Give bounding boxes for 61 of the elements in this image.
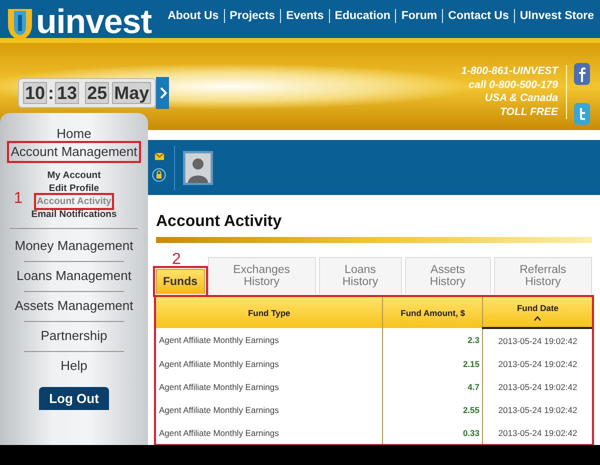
- nav-link[interactable]: Projects: [230, 10, 276, 22]
- sidebar-item[interactable]: Loans Management: [14, 267, 134, 285]
- table-cell: Agent Affiliate Monthly Earnings: [156, 328, 383, 352]
- facebook-icon[interactable]: [574, 63, 590, 85]
- sidebar-item[interactable]: Account Management: [8, 143, 140, 161]
- lock-icon[interactable]: [152, 168, 166, 182]
- nav-link[interactable]: UInvest Store: [520, 10, 594, 22]
- twitter-icon[interactable]: [574, 103, 590, 125]
- table-cell: 2013-05-24 19:02:42: [482, 352, 592, 375]
- brand-name[interactable]: uinvest: [36, 7, 152, 37]
- table-cell: 2.15: [382, 352, 483, 375]
- mail-icon[interactable]: [154, 153, 164, 160]
- tab[interactable]: Assets History: [404, 257, 491, 294]
- contact-line: 1-800-861-UINVEST: [461, 65, 558, 78]
- table-cell: 2.3: [382, 328, 483, 352]
- clock-month: May: [112, 82, 152, 104]
- nav-link[interactable]: Contact Us: [448, 10, 509, 22]
- nav-link[interactable]: Education: [334, 10, 390, 22]
- sidebar-subitem[interactable]: Edit Profile: [48, 182, 100, 195]
- table-cell: 2.55: [382, 398, 483, 421]
- contact-line: USA & Canada: [484, 92, 558, 106]
- table-cell: 4.7: [382, 375, 483, 398]
- tab[interactable]: Referrals History: [494, 257, 592, 294]
- sidebar-item[interactable]: Assets Management: [12, 297, 136, 315]
- sidebar-subitem[interactable]: My Account: [46, 169, 102, 182]
- avatar-placeholder-icon[interactable]: [183, 150, 213, 184]
- chevron-right-icon: [158, 87, 167, 99]
- clock-minute: 13: [55, 82, 80, 104]
- table-cell: Agent Affiliate Monthly Earnings: [156, 352, 383, 375]
- table-cell: 2013-05-24 19:02:42: [482, 328, 592, 352]
- annotation-number: 2: [172, 252, 181, 268]
- sidebar-item[interactable]: Money Management: [12, 237, 136, 255]
- sort-caret-icon: [534, 316, 542, 321]
- expand-arrow-button[interactable]: [156, 77, 170, 109]
- clock-hour: 10: [23, 82, 48, 104]
- sidebar-item[interactable]: Help: [58, 357, 90, 375]
- annotation-number: 1: [14, 191, 23, 207]
- table-cell: 2013-05-24 19:02:42: [482, 398, 592, 421]
- nav-link[interactable]: Forum: [401, 10, 438, 22]
- table-cell: 0.33: [382, 421, 483, 444]
- sidebar-subitem[interactable]: Email Notifications: [30, 208, 118, 221]
- page-title: Account Activity: [156, 213, 283, 231]
- sidebar-item[interactable]: Home: [54, 125, 94, 143]
- nav-link[interactable]: About Us: [168, 10, 219, 22]
- table-cell: 2013-05-24 19:02:42: [482, 375, 592, 398]
- table-cell: Agent Affiliate Monthly Earnings: [156, 375, 383, 398]
- table-cell: Agent Affiliate Monthly Earnings: [156, 398, 383, 421]
- contact-line: TOLL FREE: [500, 106, 558, 119]
- column-header[interactable]: Fund Date: [482, 297, 592, 328]
- column-header[interactable]: Fund Amount, $: [382, 297, 483, 328]
- table-cell: Agent Affiliate Monthly Earnings: [156, 421, 383, 444]
- contact-line: call 0-800-500-179: [468, 78, 558, 92]
- sidebar-item[interactable]: Partnership: [38, 327, 110, 345]
- logout-button[interactable]: Log Out: [39, 387, 109, 410]
- clock-separator: :: [48, 82, 54, 104]
- column-header[interactable]: Fund Type: [156, 297, 383, 328]
- clock-day: 25: [85, 82, 110, 104]
- table-cell: 2013-05-24 19:02:42: [482, 421, 592, 444]
- tab[interactable]: Loans History: [318, 257, 402, 294]
- tab[interactable]: Exchanges History: [208, 257, 316, 294]
- nav-link[interactable]: Events: [286, 10, 324, 22]
